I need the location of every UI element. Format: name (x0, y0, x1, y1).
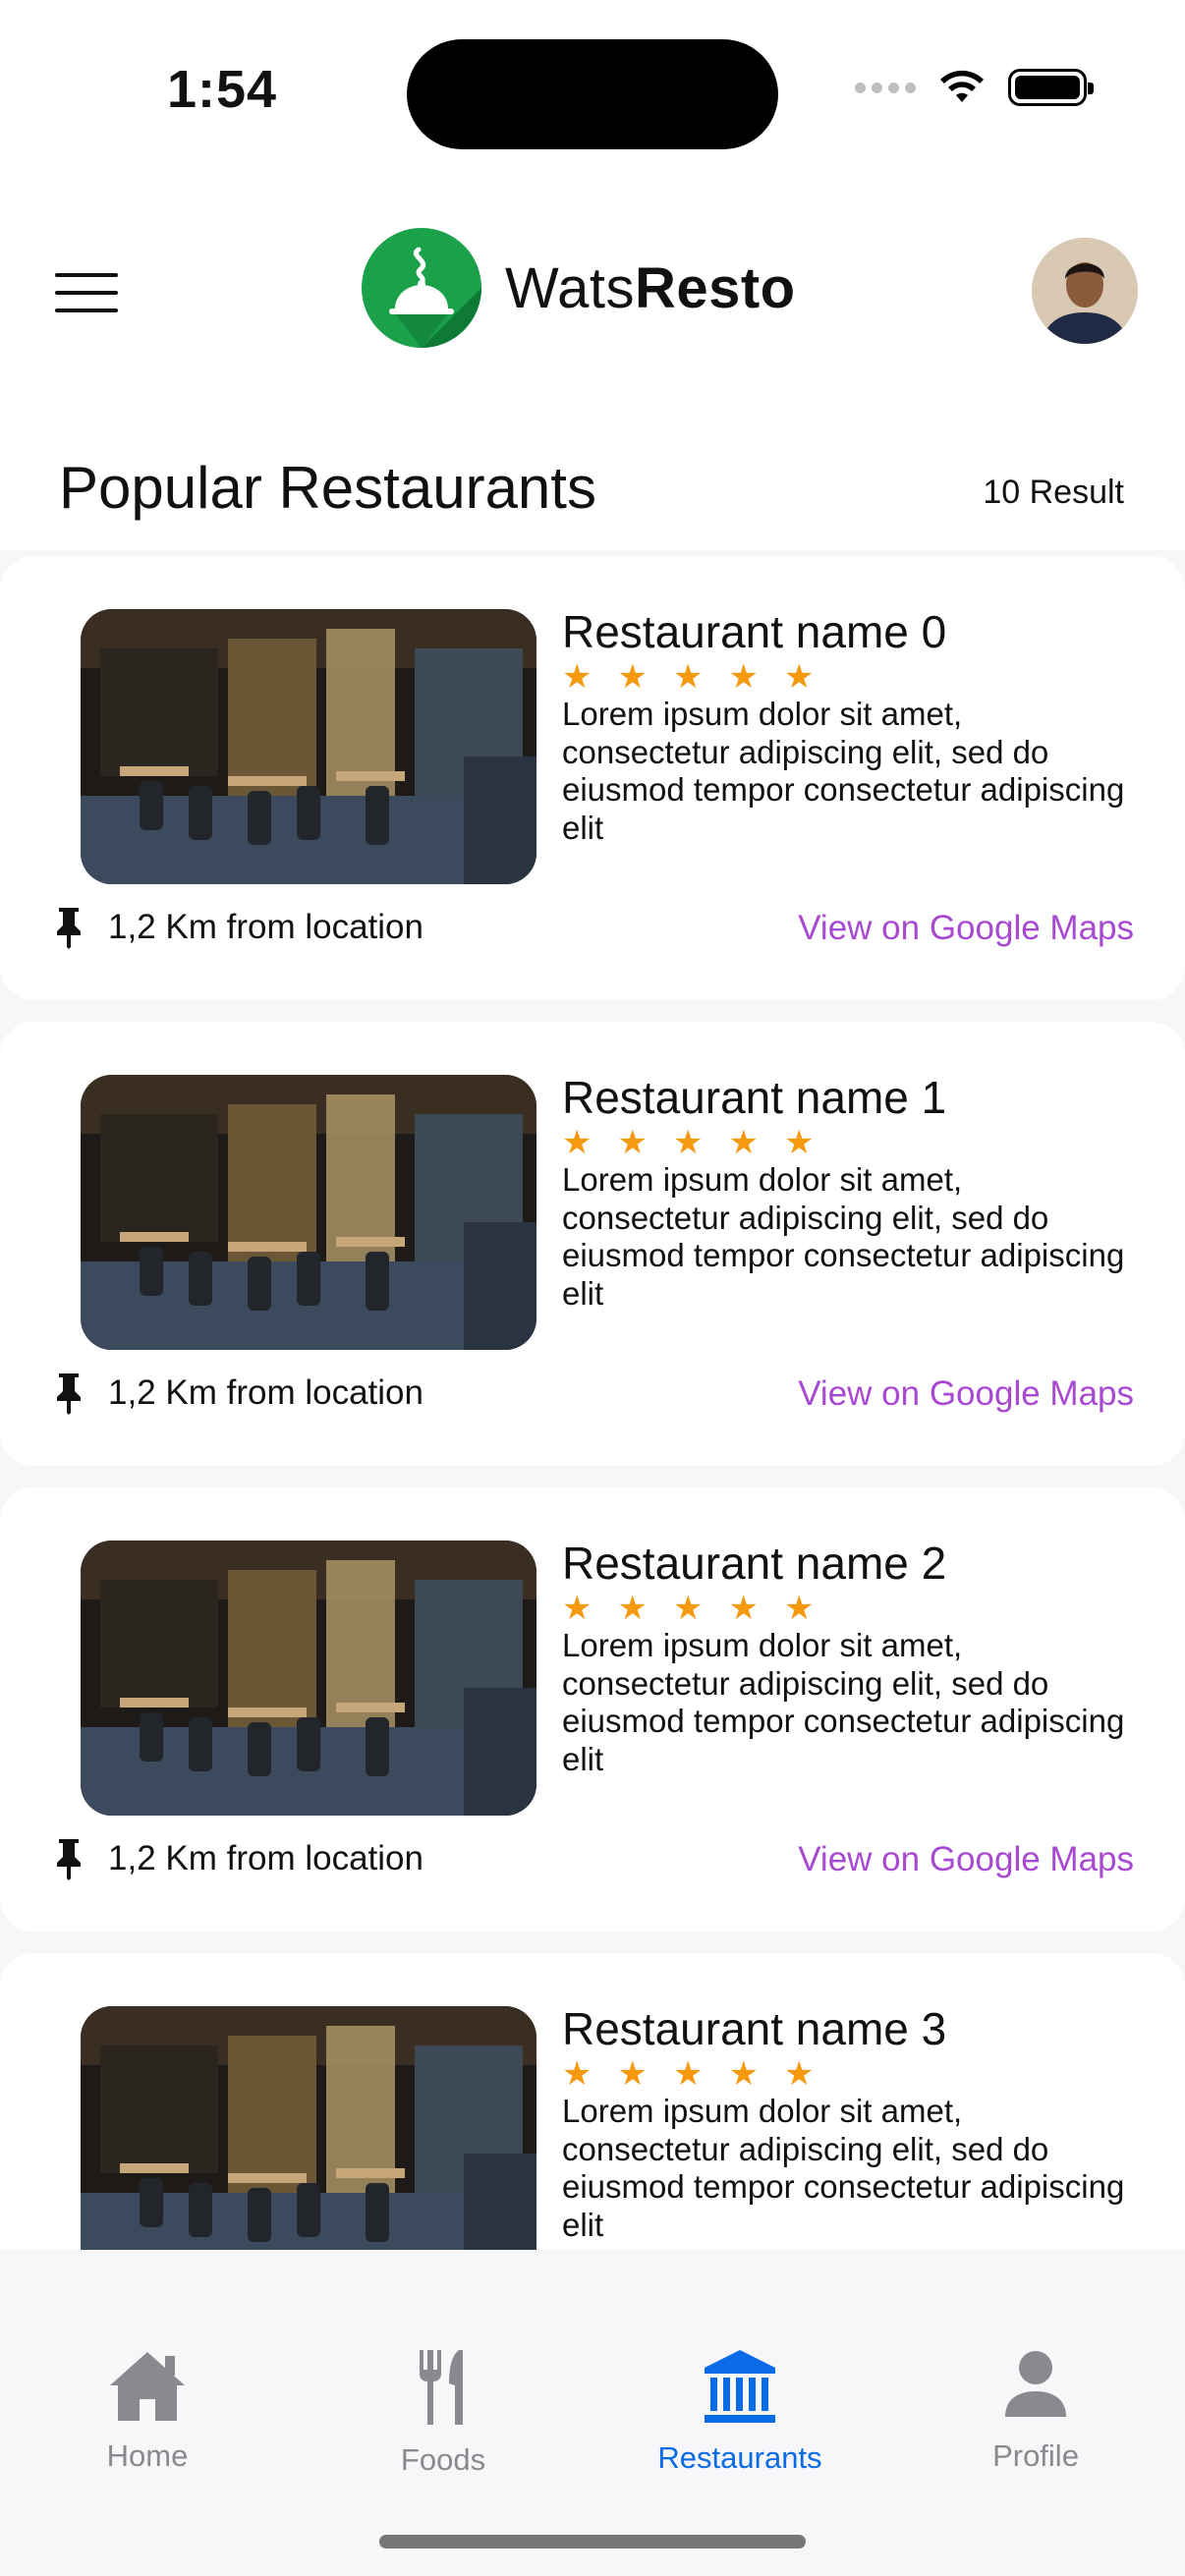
star-icon: ★ (728, 658, 759, 696)
restaurant-name[interactable]: Restaurant name 0 (562, 605, 946, 658)
star-icon: ★ (672, 658, 704, 696)
star-icon: ★ (783, 1590, 815, 1627)
bank-icon (705, 2350, 775, 2423)
distance-row: 1,2 Km from location (53, 906, 423, 949)
tab-bar: Home Foods Restaurants Profile (0, 2250, 1185, 2576)
status-icons (855, 69, 1094, 106)
star-icon: ★ (617, 1124, 648, 1161)
restaurant-image (81, 609, 536, 884)
section-header: Popular Restaurants 10 Result (0, 403, 1185, 550)
distance-text: 1,2 Km from location (108, 908, 423, 946)
rating-stars: ★ ★ ★ ★ ★ (562, 1592, 814, 1625)
star-icon: ★ (783, 658, 815, 696)
restaurant-image (81, 1540, 536, 1816)
view-on-maps-link[interactable]: View on Google Maps (798, 1840, 1134, 1879)
status-bar: 1:54 (0, 0, 1185, 177)
star-icon: ★ (728, 2055, 759, 2093)
brand: WatsResto (362, 228, 796, 348)
pin-icon (57, 1839, 81, 1880)
tab-profile[interactable]: Profile (928, 2348, 1144, 2474)
menu-button[interactable] (55, 273, 118, 312)
home-indicator[interactable] (379, 2535, 806, 2548)
battery-icon (1008, 69, 1094, 106)
result-count: 10 Result (983, 474, 1124, 511)
distance-row: 1,2 Km from location (53, 1372, 423, 1415)
app-header: WatsResto (0, 177, 1185, 403)
star-icon: ★ (672, 1124, 704, 1161)
star-icon: ★ (672, 2055, 704, 2093)
star-icon: ★ (617, 2055, 648, 2093)
restaurant-name[interactable]: Restaurant name 3 (562, 2002, 946, 2055)
tab-home[interactable]: Home (39, 2348, 255, 2474)
wifi-icon (940, 70, 984, 102)
screen: 1:54 WatsResto Popular Restaurants 10 Re… (0, 0, 1185, 2576)
star-icon: ★ (562, 1124, 592, 1161)
view-on-maps-link[interactable]: View on Google Maps (798, 1374, 1134, 1414)
tab-label: Foods (400, 2442, 486, 2477)
restaurant-card[interactable]: Restaurant name 0 ★ ★ ★ ★ ★ Lorem ipsum dolo… (0, 556, 1185, 1000)
logo-icon (362, 228, 481, 348)
restaurant-image (81, 2006, 536, 2250)
restaurant-description: Lorem ipsum dolor sit amet, consectetur … (562, 1627, 1125, 1777)
page-title: Popular Restaurants (59, 455, 596, 521)
restaurant-description: Lorem ipsum dolor sit amet, consectetur … (562, 2093, 1125, 2243)
tab-label: Home (106, 2438, 189, 2473)
status-time: 1:54 (167, 60, 278, 119)
tab-label: Restaurants (657, 2440, 822, 2475)
restaurant-card[interactable]: Restaurant name 3 ★ ★ ★ ★ ★ Lorem ipsum dolo… (0, 1953, 1185, 2250)
view-on-maps-link[interactable]: View on Google Maps (798, 909, 1134, 948)
pin-icon (57, 908, 81, 949)
star-icon: ★ (783, 1124, 815, 1161)
restaurant-description: Lorem ipsum dolor sit amet, consectetur … (562, 1161, 1125, 1312)
tab-restaurants[interactable]: Restaurants (632, 2348, 848, 2476)
star-icon: ★ (783, 2055, 815, 2093)
dynamic-island (407, 39, 778, 149)
restaurant-card[interactable]: Restaurant name 2 ★ ★ ★ ★ ★ Lorem ipsum dolo… (0, 1487, 1185, 1932)
distance-text: 1,2 Km from location (108, 1839, 423, 1877)
brand-name-bold: Resto (634, 255, 796, 320)
star-icon: ★ (617, 1590, 648, 1627)
person-icon (1005, 2351, 1066, 2417)
distance-text: 1,2 Km from location (108, 1373, 423, 1412)
cellular-signal-icon (855, 82, 916, 93)
restaurant-list[interactable]: Restaurant name 0 ★ ★ ★ ★ ★ Lorem ipsum dolo… (0, 550, 1185, 2250)
brand-name: WatsResto (505, 255, 796, 321)
rating-stars: ★ ★ ★ ★ ★ (562, 2057, 814, 2091)
restaurant-name[interactable]: Restaurant name 1 (562, 1071, 946, 1124)
restaurant-description: Lorem ipsum dolor sit amet, consectetur … (562, 696, 1125, 846)
restaurant-image (81, 1075, 536, 1350)
star-icon: ★ (562, 658, 592, 696)
restaurant-card[interactable]: Restaurant name 1 ★ ★ ★ ★ ★ Lorem ipsum dolo… (0, 1022, 1185, 1466)
brand-name-light: Wats (505, 255, 635, 320)
star-icon: ★ (728, 1590, 759, 1627)
star-icon: ★ (562, 1590, 592, 1627)
rating-stars: ★ ★ ★ ★ ★ (562, 660, 814, 694)
star-icon: ★ (562, 2055, 592, 2093)
star-icon: ★ (617, 658, 648, 696)
pin-icon (57, 1373, 81, 1415)
avatar[interactable] (1032, 238, 1138, 344)
distance-row: 1,2 Km from location (53, 1837, 423, 1880)
rating-stars: ★ ★ ★ ★ ★ (562, 1126, 814, 1159)
star-icon: ★ (728, 1124, 759, 1161)
star-icon: ★ (672, 1590, 704, 1627)
tab-foods[interactable]: Foods (335, 2348, 551, 2478)
home-icon (110, 2352, 185, 2421)
fork-knife-icon (420, 2350, 463, 2425)
restaurant-name[interactable]: Restaurant name 2 (562, 1537, 946, 1590)
tab-label: Profile (992, 2438, 1079, 2473)
